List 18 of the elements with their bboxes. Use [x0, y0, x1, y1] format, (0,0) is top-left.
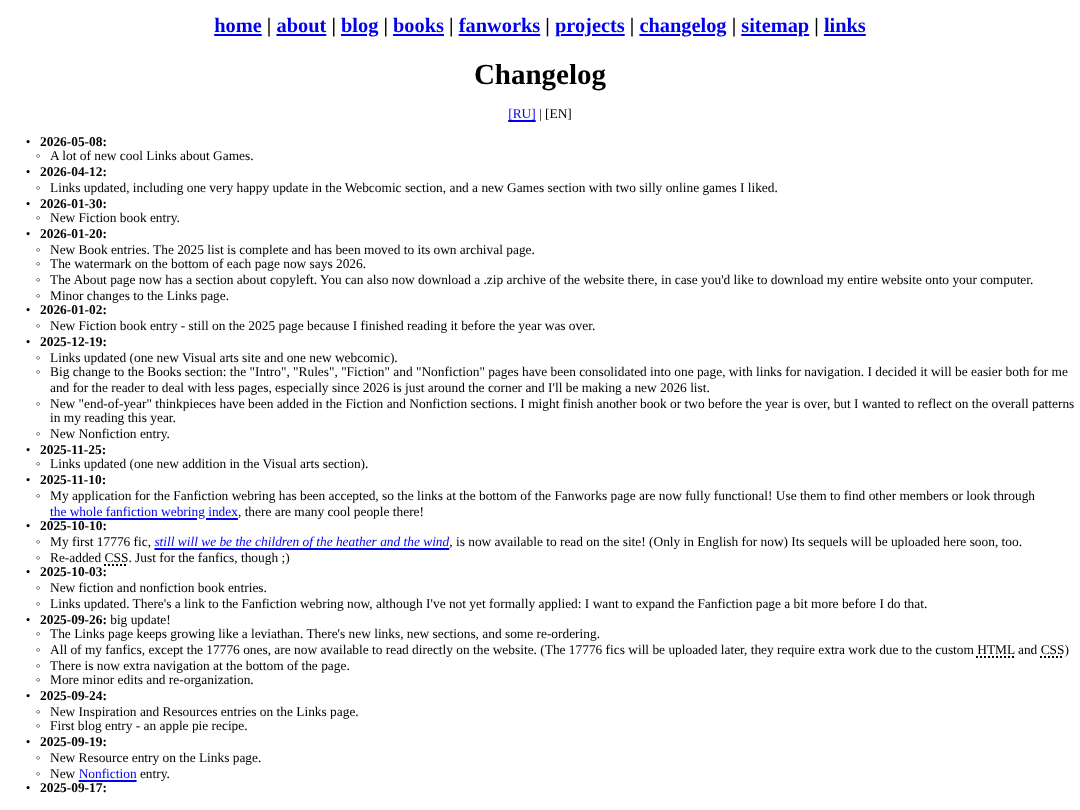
separator: | — [383, 16, 388, 38]
nav-link-text[interactable]: links — [823, 16, 866, 38]
separator: | — [266, 16, 272, 38]
separator: | — [449, 16, 454, 38]
separator: | — [629, 16, 635, 38]
separator: | — [545, 16, 550, 38]
nav-link-text[interactable]: fanworks — [458, 16, 541, 38]
separator: | — [731, 16, 737, 38]
page-title: Changelog — [471, 60, 609, 92]
nav-link-text[interactable]: home — [214, 16, 262, 38]
separator: | — [814, 16, 819, 38]
nav-link-text[interactable]: changelog — [639, 16, 727, 38]
nav-link-text[interactable]: projects — [554, 16, 625, 38]
separator: | — [331, 16, 336, 38]
nav-link-text[interactable]: books — [393, 16, 444, 38]
nav-link-text[interactable]: sitemap — [741, 16, 810, 38]
nav-link-text[interactable]: about — [276, 16, 327, 38]
nav-link-text[interactable]: blog — [340, 16, 379, 38]
